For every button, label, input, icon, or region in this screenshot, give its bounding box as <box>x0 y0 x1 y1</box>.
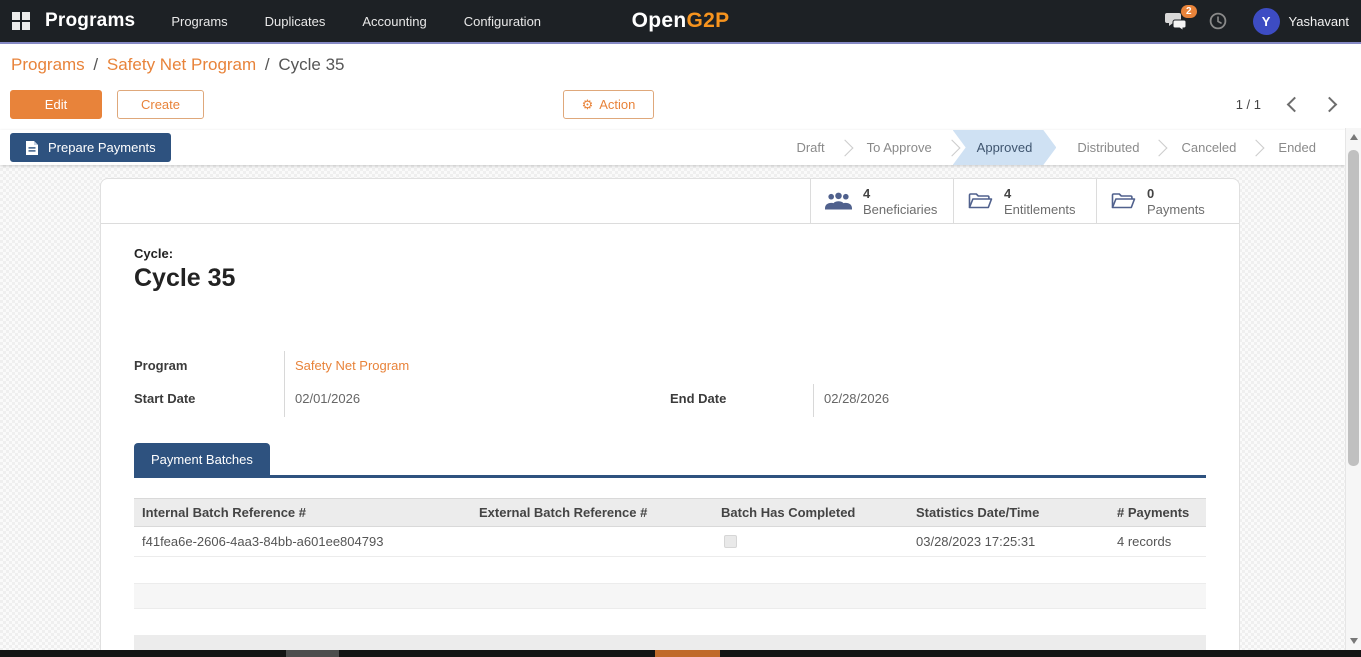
pager-previous-icon[interactable] <box>1282 94 1302 114</box>
document-icon <box>26 140 38 155</box>
messages-icon[interactable]: 2 <box>1164 5 1197 30</box>
beneficiaries-count: 4 <box>863 185 871 201</box>
clock-icon <box>1209 12 1226 30</box>
cell-internal-ref: f41fea6e-2606-4aa3-84bb-a601ee804793 <box>142 534 384 549</box>
payment-batches-table: Internal Batch Reference # External Batc… <box>134 498 1206 650</box>
breadcrumb-safety-net-program[interactable]: Safety Net Program <box>107 55 256 74</box>
program-label: Program <box>134 358 188 373</box>
state-to-approve[interactable]: To Approve <box>846 130 953 165</box>
taskbar-segment <box>286 650 339 657</box>
taskbar-edge <box>0 650 1361 657</box>
empty-row <box>134 609 1206 635</box>
prepare-payments-label: Prepare Payments <box>48 140 156 155</box>
scrollbar-up-icon[interactable] <box>1350 134 1358 140</box>
table-row[interactable]: f41fea6e-2606-4aa3-84bb-a601ee804793 03/… <box>134 527 1206 557</box>
end-date-value: 02/28/2026 <box>813 384 1206 417</box>
breadcrumb: Programs / Safety Net Program / Cycle 35 <box>11 55 345 75</box>
col-internal-batch-ref[interactable]: Internal Batch Reference # <box>134 505 471 520</box>
tab-payment-batches[interactable]: Payment Batches <box>134 443 270 475</box>
sheet-body: Cycle: Cycle 35 Program Safety Net Progr… <box>134 223 1206 650</box>
col-batch-has-completed[interactable]: Batch Has Completed <box>713 505 908 520</box>
action-button[interactable]: ⚙ Action <box>563 90 654 119</box>
state-distributed[interactable]: Distributed <box>1056 130 1160 165</box>
nav-item-programs[interactable]: Programs <box>171 14 227 29</box>
edit-button[interactable]: Edit <box>10 90 102 119</box>
activities-icon[interactable] <box>1209 12 1227 30</box>
user-avatar: Y <box>1252 7 1280 35</box>
openg2p-logo: OpenG2P <box>631 9 730 32</box>
control-panel: Programs / Safety Net Program / Cycle 35… <box>0 44 1361 130</box>
status-pipeline: Draft To Approve Approved Distributed Ca… <box>775 130 1337 165</box>
user-menu[interactable]: Y Yashavant <box>1252 7 1349 35</box>
tab-bar: Payment Batches <box>134 443 1206 478</box>
table-header-row: Internal Batch Reference # External Batc… <box>134 498 1206 527</box>
prepare-payments-button[interactable]: Prepare Payments <box>10 133 171 162</box>
scrollbar-down-icon[interactable] <box>1350 638 1358 644</box>
state-approved[interactable]: Approved <box>953 130 1057 165</box>
cell-num-payments: 4 records <box>1117 534 1172 549</box>
top-navbar: Programs Programs Duplicates Accounting … <box>0 0 1361 42</box>
navbar-right: 2 Y Yashavant <box>1164 5 1349 35</box>
breadcrumb-current: Cycle 35 <box>278 55 345 74</box>
empty-row <box>134 583 1206 609</box>
pager-nav <box>1282 94 1341 114</box>
scrollbar-thumb[interactable] <box>1348 150 1359 466</box>
breadcrumb-separator: / <box>264 55 270 74</box>
entitlements-count: 4 <box>1004 185 1012 201</box>
payments-label: Payments <box>1147 201 1205 217</box>
cycle-title: Cycle 35 <box>134 264 236 292</box>
col-num-payments[interactable]: # Payments <box>1109 505 1206 520</box>
nav-menu: Programs Duplicates Accounting Configura… <box>171 14 541 29</box>
payments-count: 0 <box>1147 185 1155 201</box>
form-fields: Program Safety Net Program Start Date 02… <box>134 351 1206 417</box>
users-icon <box>825 192 852 210</box>
start-date-label: Start Date <box>134 391 196 406</box>
folder-open-icon <box>1111 193 1136 209</box>
beneficiaries-label: Beneficiaries <box>863 201 938 217</box>
apps-menu-icon[interactable] <box>12 12 30 30</box>
entitlements-label: Entitlements <box>1004 201 1076 217</box>
state-draft[interactable]: Draft <box>775 130 845 165</box>
statusbar: Prepare Payments Draft To Approve Approv… <box>0 130 1345 165</box>
empty-row <box>134 557 1206 583</box>
create-button[interactable]: Create <box>117 90 204 119</box>
app-window: Programs Programs Duplicates Accounting … <box>0 0 1361 657</box>
gear-icon: ⚙ <box>581 96 594 112</box>
state-ended[interactable]: Ended <box>1257 130 1337 165</box>
pager-value[interactable]: 1 / 1 <box>1236 97 1261 112</box>
cell-batch-completed <box>713 535 908 548</box>
nav-item-configuration[interactable]: Configuration <box>464 14 541 29</box>
cycle-field-label: Cycle: <box>134 246 174 261</box>
nav-item-accounting[interactable]: Accounting <box>362 14 426 29</box>
col-statistics-datetime[interactable]: Statistics Date/Time <box>908 505 1109 520</box>
messages-badge: 2 <box>1180 5 1197 18</box>
vertical-scrollbar[interactable] <box>1345 128 1361 650</box>
form-sheet: 4 Beneficiaries 4 Entitlements 0 Payment… <box>100 178 1240 650</box>
app-title: Programs <box>45 10 136 31</box>
empty-row <box>134 635 1206 650</box>
folder-open-icon <box>968 193 993 209</box>
cell-stats-datetime: 03/28/2023 17:25:31 <box>916 534 1036 549</box>
pager-next-icon[interactable] <box>1321 94 1341 114</box>
program-link[interactable]: Safety Net Program <box>295 358 409 373</box>
completed-checkbox <box>724 535 737 548</box>
start-date-value: 02/01/2026 <box>284 384 670 417</box>
stat-buttons: 4 Beneficiaries 4 Entitlements 0 Payment… <box>810 179 1239 223</box>
col-external-batch-ref[interactable]: External Batch Reference # <box>471 505 713 520</box>
content-background: 4 Beneficiaries 4 Entitlements 0 Payment… <box>0 165 1345 650</box>
navbar-accent-line <box>0 42 1361 44</box>
user-name: Yashavant <box>1288 13 1349 29</box>
stat-beneficiaries[interactable]: 4 Beneficiaries <box>810 179 953 223</box>
notebook: Payment Batches Internal Batch Reference… <box>134 443 1206 650</box>
nav-item-duplicates[interactable]: Duplicates <box>265 14 326 29</box>
state-canceled[interactable]: Canceled <box>1160 130 1257 165</box>
action-button-label: Action <box>599 97 636 112</box>
breadcrumb-programs[interactable]: Programs <box>11 55 85 74</box>
stat-entitlements[interactable]: 4 Entitlements <box>953 179 1096 223</box>
breadcrumb-separator: / <box>93 55 99 74</box>
end-date-label: End Date <box>670 391 727 406</box>
stat-payments[interactable]: 0 Payments <box>1096 179 1239 223</box>
taskbar-segment <box>655 650 720 657</box>
